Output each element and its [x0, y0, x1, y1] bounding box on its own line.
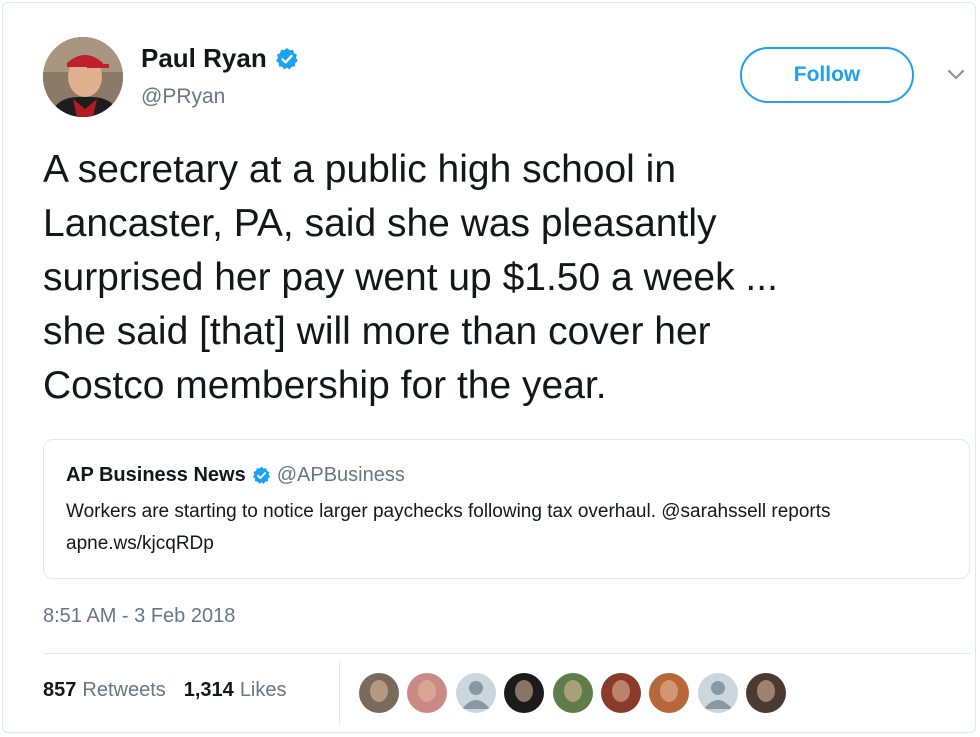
- follow-button[interactable]: Follow: [740, 47, 914, 103]
- stats-separator: [339, 661, 340, 725]
- tweet-text: A secretary at a public high school in L…: [43, 148, 778, 407]
- divider: [43, 653, 970, 654]
- liker-avatar-photo[interactable]: [600, 673, 641, 713]
- avatar-photo-icon: [43, 37, 123, 117]
- liker-avatar-photo[interactable]: [407, 673, 448, 713]
- user-name[interactable]: Paul Ryan: [141, 43, 299, 74]
- quoted-user-name: AP Business News: [66, 464, 246, 486]
- verified-badge-icon: [252, 466, 270, 484]
- liker-avatar-default[interactable]: [697, 673, 738, 713]
- tweet-card: Paul Ryan @PRyan Follow A secretary at a…: [2, 2, 976, 733]
- tweet-timestamp[interactable]: 8:51 AM - 3 Feb 2018: [43, 605, 235, 628]
- liker-avatar-default[interactable]: [455, 673, 496, 713]
- tweet-stats: 857 Retweets 1,314 Likes: [43, 679, 305, 702]
- liker-avatar-photo[interactable]: [504, 673, 545, 713]
- verified-badge-icon: [275, 47, 298, 69]
- like-count[interactable]: 1,314: [184, 679, 234, 702]
- liker-avatar-photo[interactable]: [359, 673, 399, 713]
- quoted-tweet[interactable]: AP Business News @APBusiness Workers are…: [43, 439, 970, 579]
- quoted-tweet-header: AP Business News @APBusiness: [66, 464, 405, 487]
- liker-avatar-photo[interactable]: [746, 673, 787, 713]
- liker-avatar-photo[interactable]: [649, 673, 690, 713]
- retweet-count[interactable]: 857: [43, 679, 76, 702]
- liker-avatars: [359, 673, 795, 713]
- liker-avatar-photo[interactable]: [552, 673, 593, 713]
- quoted-user-handle: @APBusiness: [276, 464, 405, 486]
- chevron-down-icon[interactable]: [946, 67, 966, 83]
- user-avatar[interactable]: [43, 37, 123, 117]
- user-name-text[interactable]: Paul Ryan: [141, 43, 267, 74]
- user-handle[interactable]: @PRyan: [141, 85, 225, 109]
- likes-label[interactable]: Likes: [240, 679, 287, 702]
- quoted-tweet-text: Workers are starting to notice larger pa…: [66, 501, 831, 554]
- retweets-label[interactable]: Retweets: [82, 679, 165, 702]
